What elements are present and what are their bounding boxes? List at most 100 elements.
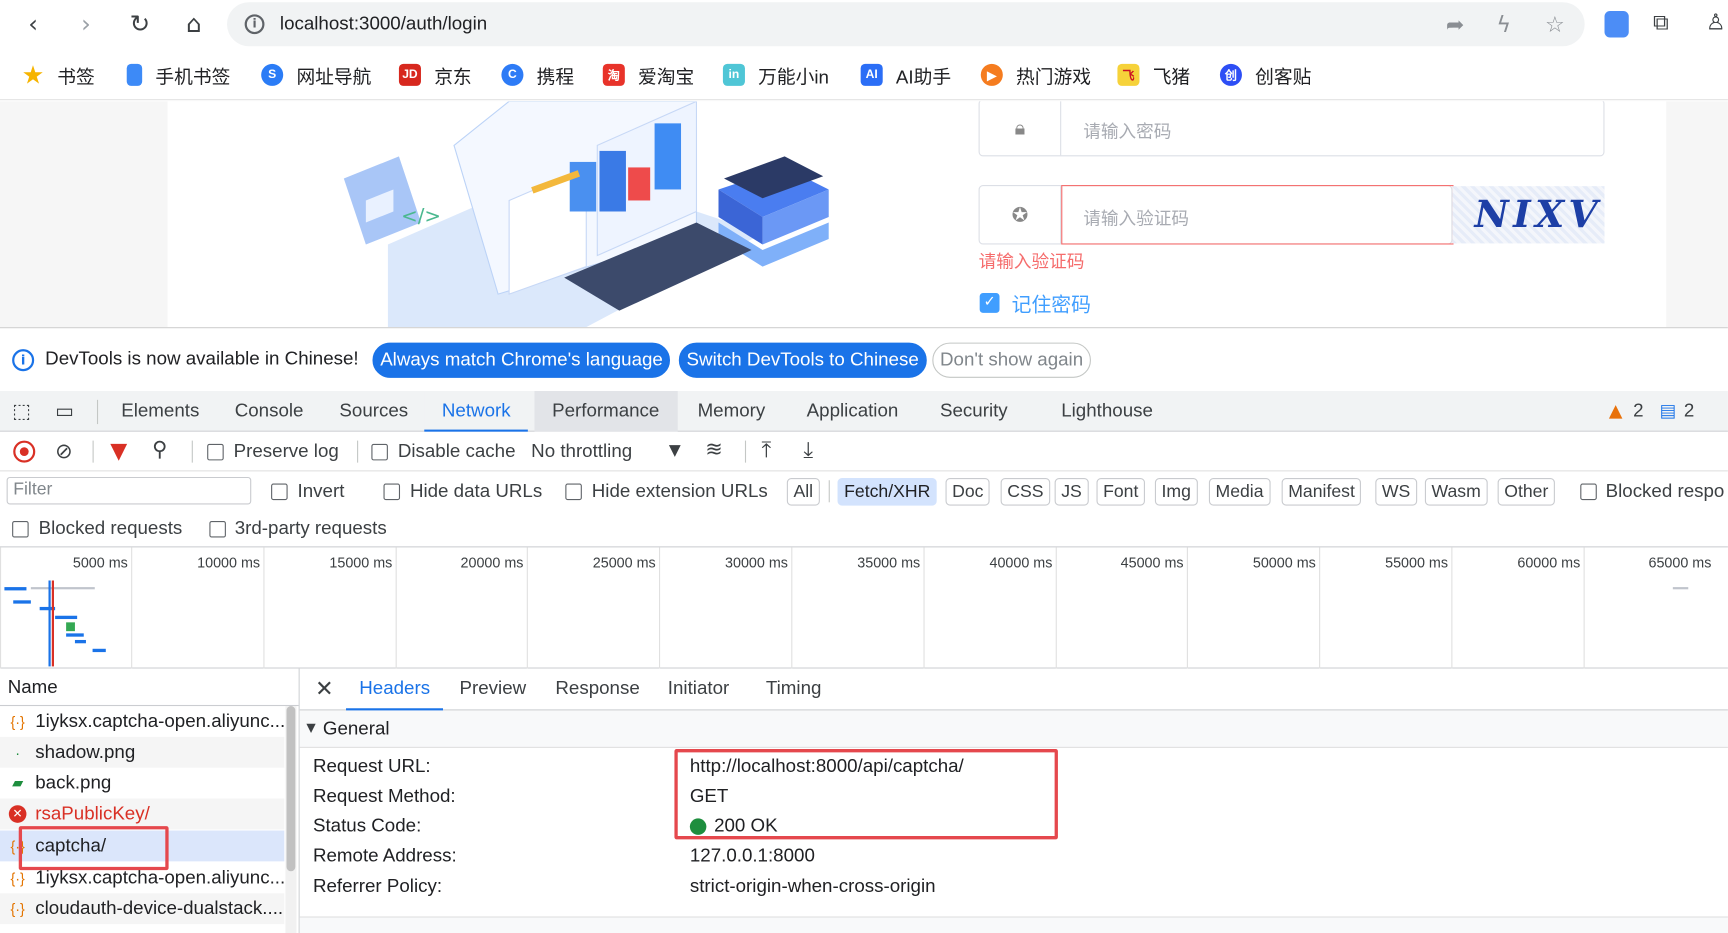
type-filter-img[interactable]: Img xyxy=(1154,478,1198,506)
throttling-select[interactable]: No throttling xyxy=(531,441,632,463)
network-conditions-icon[interactable]: ≋ xyxy=(705,437,723,461)
type-filter-doc[interactable]: Doc xyxy=(945,478,991,506)
blocked-response-label[interactable]: Blocked respo xyxy=(1606,480,1725,502)
extension-icon[interactable] xyxy=(1604,11,1629,38)
record-stop-icon[interactable] xyxy=(13,440,36,463)
request-row[interactable]: ▰ back.png xyxy=(0,768,284,799)
dont-show-again-button[interactable]: Don't show again xyxy=(932,342,1091,378)
preserve-log-label[interactable]: Preserve log xyxy=(234,441,339,463)
clear-icon[interactable]: ⊘ xyxy=(55,439,73,463)
forward-icon[interactable]: › xyxy=(71,9,102,40)
tab-performance[interactable]: Performance xyxy=(534,391,678,432)
reload-icon[interactable]: ↻ xyxy=(125,9,156,40)
tab-initiator[interactable]: Initiator xyxy=(655,669,743,711)
warning-count[interactable]: 2 xyxy=(1633,400,1643,422)
filter-icon[interactable]: ▼ xyxy=(110,437,127,463)
tab-response[interactable]: Response xyxy=(542,669,653,711)
site-info-icon[interactable]: i xyxy=(244,14,265,35)
general-header[interactable]: ▼ General xyxy=(299,710,1728,748)
download-icon[interactable]: ⤓ xyxy=(803,436,813,462)
puzzle-icon[interactable]: ⧉ xyxy=(1653,9,1669,35)
type-filter-ws[interactable]: WS xyxy=(1375,478,1417,506)
tab-network[interactable]: Network xyxy=(424,391,529,432)
blocked-requests-label[interactable]: Blocked requests xyxy=(39,518,183,540)
invert-checkbox[interactable] xyxy=(271,483,288,501)
inspect-element-icon[interactable]: ⬚ xyxy=(12,400,31,423)
tab-elements[interactable]: Elements xyxy=(104,391,217,432)
type-filter-font[interactable]: Font xyxy=(1096,478,1145,506)
tab-application[interactable]: Application xyxy=(789,391,916,432)
hide-extension-urls-label[interactable]: Hide extension URLs xyxy=(592,480,768,502)
bookmark-item[interactable]: AI AI助手 xyxy=(860,62,951,88)
address-bar[interactable]: i localhost:3000/auth/login ➦ ϟ ☆ xyxy=(227,2,1585,47)
hide-extension-urls-checkbox[interactable] xyxy=(565,483,582,501)
request-row[interactable]: · shadow.png xyxy=(0,736,285,768)
disable-cache-checkbox[interactable] xyxy=(371,443,388,461)
hide-data-urls-checkbox[interactable] xyxy=(383,483,401,501)
tab-security[interactable]: Security xyxy=(922,391,1025,432)
tab-memory[interactable]: Memory xyxy=(680,391,783,432)
blocked-response-checkbox[interactable] xyxy=(1580,483,1597,501)
type-filter-css[interactable]: CSS xyxy=(1000,478,1051,506)
type-filter-fetch-xhr[interactable]: Fetch/XHR xyxy=(837,478,937,506)
tab-timing[interactable]: Timing xyxy=(753,669,835,711)
tab-console[interactable]: Console xyxy=(217,391,321,432)
bookmark-item[interactable]: C 携程 xyxy=(501,62,574,88)
network-overview[interactable]: 5000 ms 10000 ms 15000 ms 20000 ms 25000… xyxy=(0,547,1728,669)
bookmark-item[interactable]: 飞飞猪 xyxy=(1117,62,1190,88)
tab-preview[interactable]: Preview xyxy=(446,669,539,711)
bookmark-item[interactable]: S 网址导航 xyxy=(261,62,371,88)
bookmark-star-icon[interactable]: ☆ xyxy=(1545,11,1565,37)
request-row[interactable]: {·} 1iyksx.captcha-open.aliyunc... xyxy=(0,706,284,737)
captcha-image[interactable]: NIXV xyxy=(1452,186,1605,244)
bookmark-item[interactable]: ★ 书签 xyxy=(22,62,95,88)
request-row[interactable]: ✕ rsaPublicKey/ xyxy=(0,798,285,830)
hide-data-urls-label[interactable]: Hide data URLs xyxy=(410,480,542,502)
type-filter-other[interactable]: Other xyxy=(1497,478,1555,506)
invert-label[interactable]: Invert xyxy=(298,480,345,502)
close-icon[interactable]: ✕ xyxy=(315,675,333,701)
tab-lighthouse[interactable]: Lighthouse xyxy=(1044,391,1171,432)
type-filter-wasm[interactable]: Wasm xyxy=(1424,478,1488,506)
remember-checkbox[interactable]: ✓ xyxy=(979,292,1000,313)
type-filter-media[interactable]: Media xyxy=(1208,478,1271,506)
remember-label[interactable]: 记住密码 xyxy=(1012,290,1091,319)
bookmark-item[interactable]: 淘爱淘宝 xyxy=(602,62,694,88)
third-party-label[interactable]: 3rd-party requests xyxy=(235,518,387,540)
lightning-icon[interactable]: ϟ xyxy=(1497,11,1512,37)
type-filter-manifest[interactable]: Manifest xyxy=(1281,478,1362,506)
bookmark-item[interactable]: JD 京东 xyxy=(398,62,472,88)
profile-icon[interactable]: ♙ xyxy=(1706,9,1726,35)
bookmark-item[interactable]: 创创客贴 xyxy=(1219,62,1311,88)
bookmark-item[interactable]: 手机书签 xyxy=(126,62,230,88)
scrollbar[interactable] xyxy=(285,706,297,933)
request-row[interactable]: {·} cloudauth-device-dualstack.... xyxy=(0,893,285,925)
disable-cache-label[interactable]: Disable cache xyxy=(398,441,516,463)
blocked-requests-checkbox[interactable] xyxy=(12,521,29,538)
type-filter-js[interactable]: JS xyxy=(1054,478,1089,506)
password-field[interactable]: 🔒︎ 请输入密码 xyxy=(978,101,1605,157)
home-icon[interactable]: ⌂ xyxy=(179,9,210,40)
bookmark-item[interactable]: ▶ 热门游戏 xyxy=(980,62,1091,88)
warning-icon[interactable]: ▲ xyxy=(1609,400,1623,421)
message-icon[interactable]: ▤ xyxy=(1660,400,1677,421)
switch-to-chinese-button[interactable]: Switch DevTools to Chinese xyxy=(678,342,927,378)
third-party-checkbox[interactable] xyxy=(209,521,226,538)
message-count[interactable]: 2 xyxy=(1684,400,1694,422)
captcha-input[interactable]: ✪ 请输入验证码 xyxy=(978,185,1454,245)
device-toolbar-icon[interactable]: ▭ xyxy=(55,400,74,423)
back-icon[interactable]: ‹ xyxy=(18,9,49,40)
name-column-header[interactable]: Name xyxy=(0,669,299,707)
share-icon[interactable]: ➦ xyxy=(1446,11,1464,37)
next-section-header[interactable] xyxy=(299,916,1728,933)
upload-icon[interactable]: ⤒ xyxy=(761,436,771,462)
tab-sources[interactable]: Sources xyxy=(322,391,426,432)
tab-headers[interactable]: Headers xyxy=(346,669,444,711)
match-language-button[interactable]: Always match Chrome's language xyxy=(372,342,671,378)
type-filter-all[interactable]: All xyxy=(786,478,820,506)
search-icon[interactable]: ⚲ xyxy=(152,437,167,461)
address-url[interactable]: localhost:3000/auth/login xyxy=(280,13,487,35)
preserve-log-checkbox[interactable] xyxy=(207,443,224,461)
chevron-down-icon[interactable]: ▼ xyxy=(669,442,681,460)
bookmark-item[interactable]: in 万能小in xyxy=(722,62,829,88)
